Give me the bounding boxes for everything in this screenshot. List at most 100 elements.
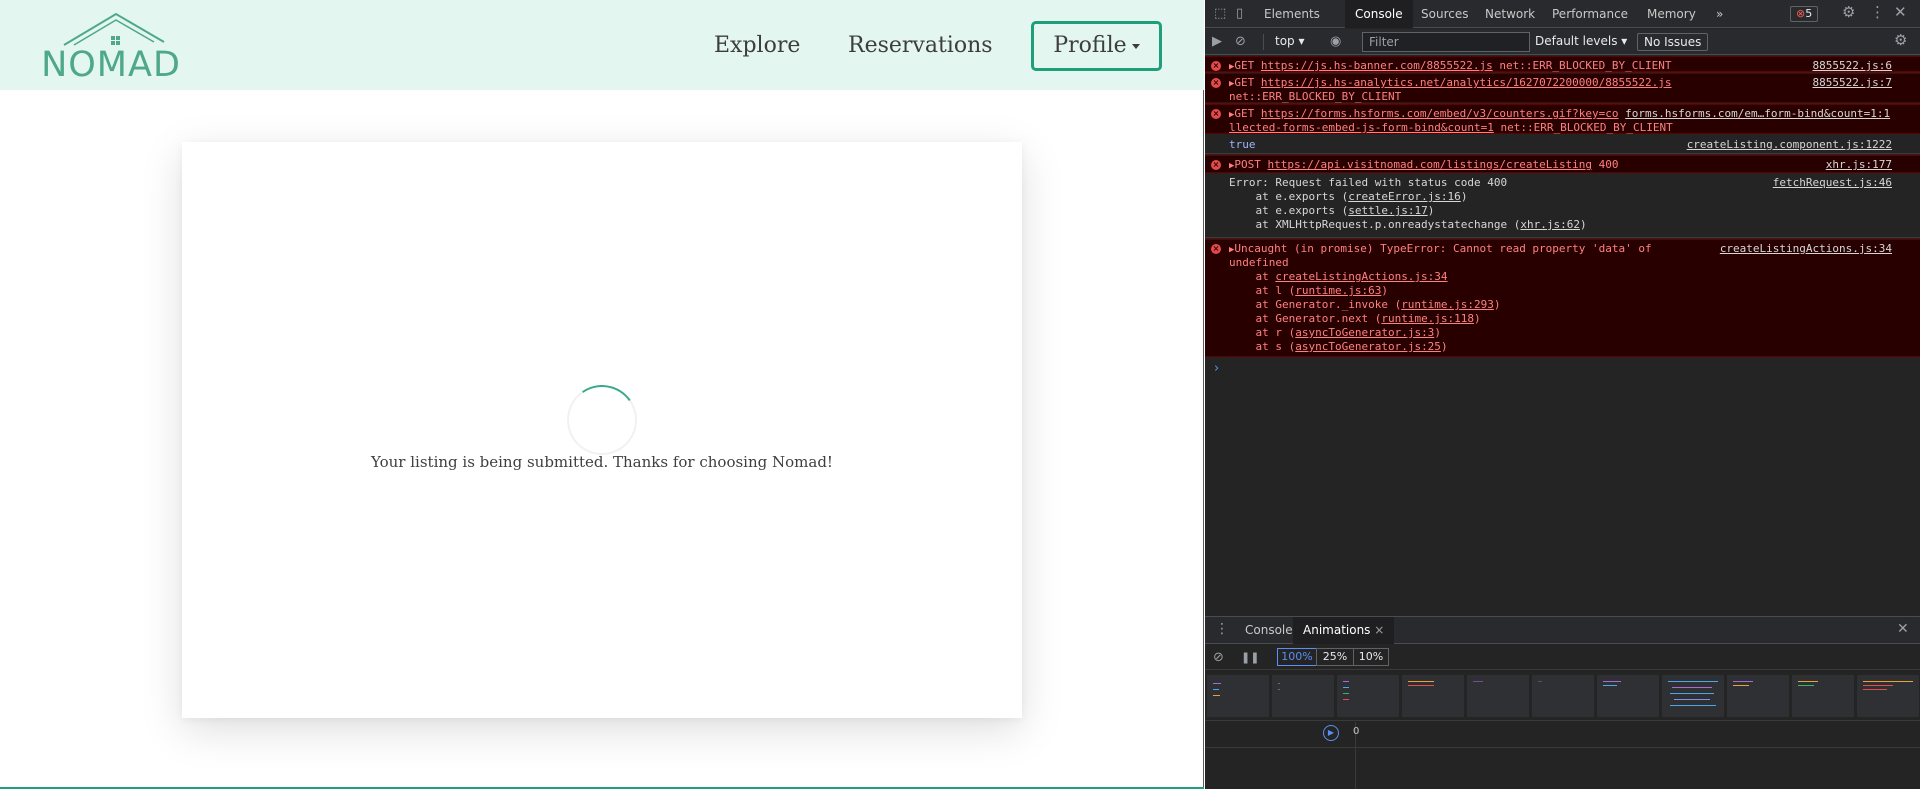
tab-console[interactable]: Console [1345,0,1413,28]
log-levels-select[interactable]: Default levels ▾ [1535,34,1627,48]
submission-card: Your listing is being submitted. Thanks … [182,142,1022,718]
source-link[interactable]: forms.hsforms.com/em…form-bind&count=1:1 [1625,107,1890,120]
error-icon: × [1211,109,1221,119]
animation-group-thumbnail[interactable] [1857,675,1919,717]
settings-gear-icon[interactable]: ⚙ [1842,5,1855,20]
animation-group-thumbnail[interactable] [1792,675,1854,717]
source-link[interactable]: xhr.js:177 [1826,158,1892,172]
source-link[interactable]: 8855522.js:7 [1813,76,1892,90]
stack-link[interactable]: xhr.js:62 [1520,218,1580,231]
stack-frame: at Generator._invoke (runtime.js:293) [1229,298,1501,311]
stack-frame: at r (asyncToGenerator.js:3) [1229,326,1441,339]
stack-link[interactable]: runtime.js:293 [1401,298,1494,311]
profile-dropdown-button[interactable]: Profile [1031,21,1162,71]
stack-frame: at e.exports (createError.js:16) [1229,190,1468,203]
close-devtools-icon[interactable]: ✕ [1894,5,1907,20]
drawer-tab-animations-label: Animations [1303,623,1371,637]
replay-icon[interactable]: ▶ [1323,725,1339,741]
console-log-row[interactable]: Error: Request failed with status code 4… [1205,174,1920,238]
pause-all-icon[interactable]: ❚❚ [1241,651,1259,664]
stack-link[interactable]: asyncToGenerator.js:3 [1295,326,1434,339]
context-select[interactable]: top ▾ [1275,34,1305,48]
source-link[interactable]: fetchRequest.js:46 [1773,176,1892,190]
device-toolbar-icon[interactable]: ▯ [1236,7,1243,20]
request-url-continuation[interactable]: llected-forms-embed-js-form-bind&count=1 [1229,121,1494,134]
tab-sources[interactable]: Sources [1411,0,1478,28]
animation-group-thumbnail[interactable] [1597,675,1659,717]
source-link[interactable]: 8855522.js:6 [1813,59,1892,73]
stack-frame: at l (runtime.js:63) [1229,284,1388,297]
close-drawer-icon[interactable]: ✕ [1897,622,1909,636]
tab-elements[interactable]: Elements [1254,0,1330,28]
timeline-header [1205,722,1920,748]
profile-label: Profile [1053,33,1127,58]
error-count-badge[interactable]: ⊗5 [1790,6,1819,22]
request-url-link[interactable]: https://forms.hsforms.com/embed/v3/count… [1261,107,1619,120]
issues-button[interactable]: No Issues [1637,33,1709,51]
source-link[interactable]: createListing.component.js:1222 [1687,138,1892,152]
source-link[interactable]: createListingActions.js:34 [1720,242,1892,256]
drawer-menu-icon[interactable]: ⋮ [1215,622,1229,636]
animation-group-thumbnail[interactable] [1727,675,1789,717]
request-url-link[interactable]: https://js.hs-banner.com/8855522.js [1261,59,1493,72]
console-settings-gear-icon[interactable]: ⚙ [1894,33,1907,48]
animation-group-thumbnail[interactable] [1467,675,1529,717]
stack-link[interactable]: createListingActions.js:34 [1275,270,1447,283]
error-text: net::ERR_BLOCKED_BY_CLIENT [1229,90,1402,103]
console-error-row[interactable]: × ▶GET https://forms.hsforms.com/embed/v… [1205,104,1920,134]
request-method: GET [1234,76,1255,89]
console-filter-bar: ▶ ⊘ top ▾ ◉ Default levels ▾ No Issues ⚙ [1205,29,1920,55]
tab-network[interactable]: Network [1475,0,1545,28]
stack-frame: at Generator.next (runtime.js:118) [1229,312,1481,325]
tab-memory[interactable]: Memory [1637,0,1706,28]
console-prompt[interactable]: › [1214,361,1219,376]
console-filter-input[interactable] [1362,32,1530,52]
drawer-tab-animations[interactable]: Animations × [1293,617,1395,644]
console-error-row[interactable]: × ▶Uncaught (in promise) TypeError: Cann… [1205,239,1920,357]
caret-down-icon [1131,43,1140,49]
animation-group-thumbnail[interactable] [1662,675,1724,717]
stack-link[interactable]: settle.js:17 [1348,204,1427,217]
request-url-link[interactable]: https://js.hs-analytics.net/analytics/16… [1261,76,1672,89]
request-method: GET [1234,59,1255,72]
request-url-link[interactable]: https://api.visitnomad.com/listings/crea… [1268,158,1593,171]
more-tabs-button[interactable]: » [1706,0,1733,28]
stack-link[interactable]: asyncToGenerator.js:25 [1295,340,1441,353]
animation-timeline[interactable]: ▶ 0 [1205,722,1920,789]
nav-reservations-link[interactable]: Reservations [848,33,993,58]
console-error-row[interactable]: × ▶POST https://api.visitnomad.com/listi… [1205,155,1920,173]
nav-explore-link[interactable]: Explore [714,33,800,58]
timeline-zero-marker: 0 [1353,726,1360,737]
speed-10-button[interactable]: 10% [1353,648,1389,666]
stack-frame: at s (asyncToGenerator.js:25) [1229,340,1448,353]
console-error-row[interactable]: × ▶GET https://js.hs-banner.com/8855522.… [1205,56,1920,72]
console-log-row[interactable]: true createListing.component.js:1222 [1205,135,1920,154]
site-navbar: NOMAD Explore Reservations Profile [0,0,1204,90]
status-code: 400 [1592,158,1619,171]
inspect-element-icon[interactable]: ⬚ [1214,7,1226,20]
error-count: 5 [1805,7,1813,20]
close-tab-icon[interactable]: × [1374,623,1384,637]
sidebar-toggle-icon[interactable]: ▶ [1212,35,1222,48]
speed-100-button[interactable]: 100% [1277,648,1317,666]
animation-group-thumbnail[interactable] [1337,675,1399,717]
stack-link[interactable]: runtime.js:63 [1295,284,1381,297]
live-expression-eye-icon[interactable]: ◉ [1330,35,1341,48]
error-message: Error: Request failed with status code 4… [1229,176,1508,189]
animation-group-thumbnail[interactable] [1272,675,1334,717]
toolbar-divider [1263,34,1264,50]
error-dot-icon: ⊗ [1796,7,1806,20]
more-options-icon[interactable]: ⋮ [1870,5,1885,20]
console-log-area[interactable]: × ▶GET https://js.hs-banner.com/8855522.… [1205,56,1920,616]
animation-group-thumbnail[interactable] [1207,675,1269,717]
animation-group-thumbnail[interactable] [1532,675,1594,717]
stack-link[interactable]: createError.js:16 [1348,190,1461,203]
clear-console-icon[interactable]: ⊘ [1235,35,1246,48]
speed-25-button[interactable]: 25% [1316,648,1354,666]
clear-animations-icon[interactable]: ⊘ [1213,651,1224,664]
tab-performance[interactable]: Performance [1542,0,1638,28]
console-error-row[interactable]: × ▶GET https://js.hs-analytics.net/analy… [1205,73,1920,103]
animation-group-thumbnail[interactable] [1402,675,1464,717]
stack-link[interactable]: runtime.js:118 [1381,312,1474,325]
nomad-logo[interactable]: NOMAD [38,12,188,85]
